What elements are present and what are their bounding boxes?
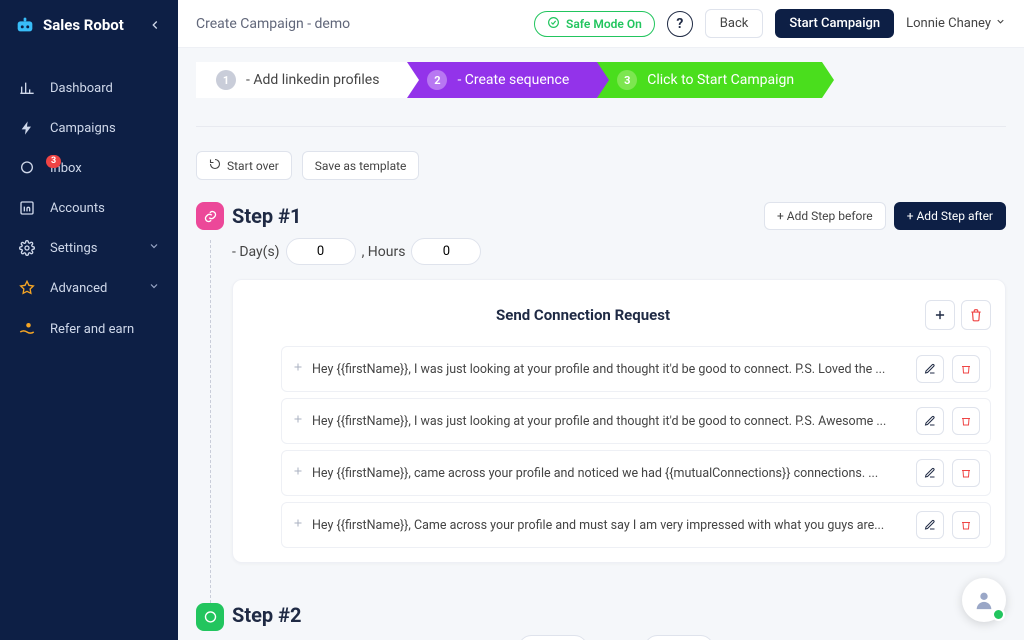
- delete-button[interactable]: [952, 511, 980, 539]
- step-number: 3: [617, 70, 637, 90]
- progress-stepper: 1 - Add linkedin profiles 2 - Create seq…: [196, 62, 1006, 127]
- check-circle-icon: [547, 16, 560, 32]
- sequence-toolbar: Start over Save as template: [196, 151, 1006, 180]
- hours-input[interactable]: [411, 238, 481, 265]
- nav-label: Campaigns: [50, 121, 160, 136]
- edit-button[interactable]: [916, 407, 944, 435]
- link-icon: [196, 202, 224, 230]
- sidebar-collapse-button[interactable]: [146, 16, 164, 34]
- brand-name: Sales Robot: [43, 16, 124, 34]
- safe-mode-label: Safe Mode On: [566, 17, 642, 31]
- nav-label: Accounts: [50, 201, 160, 216]
- step-number: 2: [427, 70, 447, 90]
- user-name: Lonnie Chaney: [906, 16, 991, 31]
- chevron-down-icon: [995, 16, 1006, 31]
- chevron-down-icon: [148, 280, 160, 296]
- delete-action-button[interactable]: [961, 300, 991, 330]
- start-over-button[interactable]: Start over: [196, 151, 292, 180]
- message-row: Hey {{firstName}}, Came across your prof…: [281, 502, 991, 548]
- brand-logo[interactable]: Sales Robot: [14, 14, 146, 36]
- delete-button[interactable]: [952, 355, 980, 383]
- chevron-down-icon: [148, 240, 160, 256]
- step-title: Step #2: [232, 603, 301, 627]
- nav-label: Refer and earn: [50, 322, 160, 337]
- timing-label: , Hours: [362, 244, 406, 260]
- lightning-icon: [18, 120, 36, 136]
- sidebar-item-inbox[interactable]: Inbox 3: [0, 148, 178, 188]
- step-timing: - Day(s) , Hours: [232, 238, 1006, 265]
- header: Create Campaign - demo Safe Mode On ? Ba…: [178, 0, 1024, 48]
- card-title: Send Connection Request: [247, 306, 919, 324]
- step-number: 1: [216, 70, 236, 90]
- user-icon: [973, 589, 995, 611]
- sequence-step-2: Step #2 After connection request is acce…: [196, 603, 1006, 640]
- step-timing: After connection request is accepted - D…: [232, 635, 1006, 640]
- sidebar: Sales Robot Dashboard Campaigns Inbox 3: [0, 0, 178, 640]
- stepper-step-1[interactable]: 1 - Add linkedin profiles: [196, 62, 407, 98]
- gear-icon: [18, 240, 36, 256]
- add-step-after-button[interactable]: + Add Step after: [894, 202, 1006, 230]
- message-text: Hey {{firstName}}, Came across your prof…: [312, 518, 908, 533]
- message-text: Hey {{firstName}}, I was just looking at…: [312, 362, 908, 377]
- timing-label: - Day(s): [232, 244, 280, 260]
- step-label: Click to Start Campaign: [647, 72, 794, 88]
- back-button[interactable]: Back: [705, 9, 764, 38]
- button-label: Start over: [227, 159, 279, 173]
- chat-widget[interactable]: [962, 578, 1006, 622]
- message-text: Hey {{firstName}}, I was just looking at…: [312, 414, 908, 429]
- robot-icon: [14, 14, 36, 36]
- delete-button[interactable]: [952, 407, 980, 435]
- sidebar-item-settings[interactable]: Settings: [0, 228, 178, 268]
- stepper-step-3[interactable]: 3 Click to Start Campaign: [597, 62, 822, 98]
- inbox-badge: 3: [46, 155, 61, 168]
- drag-handle-icon[interactable]: [292, 413, 304, 429]
- add-step-before-button[interactable]: + Add Step before: [764, 202, 886, 230]
- sidebar-item-advanced[interactable]: Advanced: [0, 268, 178, 308]
- days-input[interactable]: [286, 238, 356, 265]
- step-label: - Create sequence: [457, 72, 569, 88]
- edit-button[interactable]: [916, 511, 944, 539]
- hand-coin-icon: [18, 320, 36, 338]
- step-title: Step #1: [232, 204, 301, 228]
- sidebar-item-campaigns[interactable]: Campaigns: [0, 108, 178, 148]
- linkedin-icon: [18, 200, 36, 216]
- sidebar-item-refer[interactable]: Refer and earn: [0, 308, 178, 350]
- safe-mode-pill[interactable]: Safe Mode On: [534, 11, 655, 37]
- nav-label: Advanced: [50, 281, 134, 296]
- delete-button[interactable]: [952, 459, 980, 487]
- sidebar-item-dashboard[interactable]: Dashboard: [0, 68, 178, 108]
- nav-label: Settings: [50, 241, 134, 256]
- chat-icon: [18, 160, 36, 176]
- help-button[interactable]: ?: [667, 11, 693, 37]
- sidebar-item-accounts[interactable]: Accounts: [0, 188, 178, 228]
- edit-button[interactable]: [916, 355, 944, 383]
- star-icon: [18, 280, 36, 296]
- nav-label: Dashboard: [50, 81, 160, 96]
- drag-handle-icon[interactable]: [292, 465, 304, 481]
- sequence-step-1: Step #1 + Add Step before + Add Step aft…: [196, 202, 1006, 563]
- drag-handle-icon[interactable]: [292, 517, 304, 533]
- bar-chart-icon: [18, 80, 36, 96]
- start-campaign-button[interactable]: Start Campaign: [775, 9, 894, 38]
- edit-button[interactable]: [916, 459, 944, 487]
- action-card: Send Connection Request Hey {{firstName}…: [232, 279, 1006, 563]
- message-row: Hey {{firstName}}, I was just looking at…: [281, 346, 991, 392]
- step-label: - Add linkedin profiles: [246, 72, 379, 88]
- chat-icon: [196, 603, 224, 631]
- page-title: Create Campaign - demo: [196, 16, 522, 32]
- hours-input[interactable]: [644, 635, 714, 640]
- user-menu[interactable]: Lonnie Chaney: [906, 16, 1006, 31]
- stepper-step-2[interactable]: 2 - Create sequence: [407, 62, 597, 98]
- message-row: Hey {{firstName}}, I was just looking at…: [281, 398, 991, 444]
- message-row: Hey {{firstName}}, came across your prof…: [281, 450, 991, 496]
- nav-label: Inbox: [50, 161, 160, 176]
- days-input[interactable]: [518, 635, 588, 640]
- drag-handle-icon[interactable]: [292, 361, 304, 377]
- nav-list: Dashboard Campaigns Inbox 3 Accounts Set…: [0, 68, 178, 350]
- add-message-button[interactable]: [925, 300, 955, 330]
- save-template-button[interactable]: Save as template: [302, 151, 420, 180]
- message-text: Hey {{firstName}}, came across your prof…: [312, 466, 908, 481]
- refresh-icon: [209, 158, 221, 173]
